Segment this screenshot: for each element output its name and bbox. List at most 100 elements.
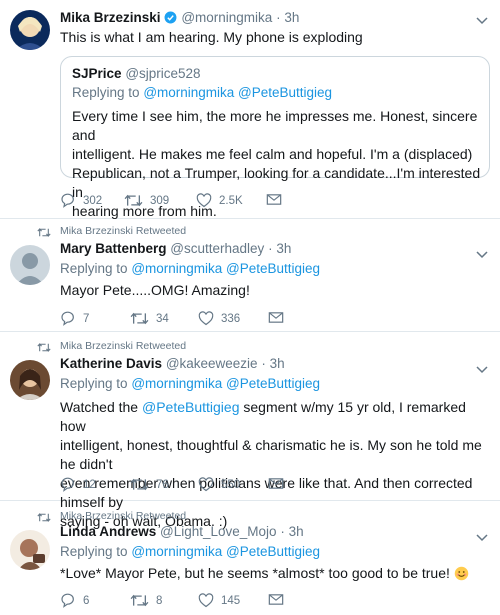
tweet[interactable]: Mika Brzezinski @morningmika · 3h This i… (0, 0, 500, 219)
quote-author-name: SJPrice (72, 66, 122, 81)
retweet-count: 34 (156, 312, 169, 325)
tweet-text: *Love* Mayor Pete, but he seems *almost*… (60, 564, 469, 586)
separator: · (268, 241, 273, 256)
tweet-text: This is what I am hearing. My phone is e… (60, 29, 363, 45)
mail-icon (268, 312, 284, 323)
retweet-icon (130, 594, 149, 607)
mention-link[interactable]: @PeteButtigieg (142, 399, 240, 415)
chevron-down-icon[interactable] (476, 246, 488, 264)
timestamp[interactable]: 3h (289, 524, 304, 539)
retweet-count: 8 (156, 594, 163, 607)
replying-label: Replying to (60, 261, 128, 276)
retweet-icon (124, 194, 143, 207)
message-button[interactable] (268, 477, 291, 490)
retweet-button[interactable]: 34 (130, 311, 169, 326)
reply-count: 12 (83, 478, 96, 491)
replying-mentions[interactable]: @morningmika @PeteButtigieg (131, 544, 320, 559)
tweet-actions: 302 309 2.5K (60, 193, 300, 211)
reply-icon (61, 193, 74, 208)
chevron-down-icon[interactable] (476, 529, 488, 547)
reply-button[interactable]: 6 (60, 593, 89, 608)
author-name[interactable]: Mika Brzezinski (60, 10, 161, 25)
reply-count: 7 (83, 312, 90, 325)
retweet-count: 309 (150, 194, 170, 207)
quoted-tweet[interactable]: SJPrice @sjprice528 Replying to @morning… (60, 56, 490, 219)
retweeted-by[interactable]: Mika Brzezinski Retweeted (60, 225, 186, 237)
like-button[interactable]: 336 (198, 311, 240, 326)
author-handle[interactable]: @Light_Love_Mojo (160, 524, 277, 539)
replying-label: Replying to (60, 376, 128, 391)
reply-icon (61, 311, 74, 326)
retweeted-by[interactable]: Mika Brzezinski Retweeted (60, 510, 186, 522)
avatar[interactable] (10, 10, 50, 50)
author-name[interactable]: Linda Andrews (60, 524, 156, 539)
mail-icon (268, 478, 284, 489)
replying-mentions[interactable]: @morningmika @PeteButtigieg (131, 261, 320, 276)
tweet-line: intelligent, honest, thoughtful & charis… (60, 437, 482, 472)
timestamp[interactable]: 3h (284, 10, 299, 25)
reply-icon (61, 477, 74, 492)
quote-author-handle: @sjprice528 (125, 66, 201, 81)
author-handle[interactable]: @kakeeweezie (166, 356, 258, 371)
avatar[interactable] (10, 245, 50, 285)
separator: · (280, 524, 285, 539)
tweet[interactable]: Mika Brzezinski Retweeted Linda Andrews … (0, 501, 500, 615)
separator: · (276, 10, 281, 25)
retweet-icon (37, 340, 51, 358)
author-name[interactable]: Mary Battenberg (60, 241, 167, 256)
author-handle[interactable]: @morningmika (181, 10, 272, 25)
timestamp[interactable]: 3h (276, 241, 291, 256)
chevron-down-icon[interactable] (476, 361, 488, 379)
avatar[interactable] (10, 360, 50, 400)
retweeted-by[interactable]: Mika Brzezinski Retweeted (60, 340, 186, 352)
like-icon (198, 311, 214, 326)
like-icon (196, 193, 212, 208)
retweet-button[interactable]: 8 (130, 593, 162, 608)
verified-badge-icon (164, 11, 177, 27)
like-count: 550 (221, 478, 241, 491)
like-button[interactable]: 550 (198, 477, 240, 492)
message-button[interactable] (268, 311, 291, 324)
like-button[interactable]: 2.5K (196, 193, 243, 208)
reply-icon (61, 593, 74, 608)
reply-button[interactable]: 7 (60, 311, 89, 326)
smiling-face-emoji (454, 566, 469, 586)
like-count: 336 (221, 312, 241, 325)
replying-mentions[interactable]: @morningmika @PeteButtigieg (131, 376, 320, 391)
replying-label: Replying to (60, 544, 128, 559)
chevron-down-icon[interactable] (476, 12, 488, 30)
mail-icon (268, 594, 284, 605)
retweet-icon (37, 225, 51, 243)
quote-line: Every time I see him, the more he impres… (72, 108, 478, 143)
author-handle[interactable]: @scutterhadley (170, 241, 264, 256)
avatar[interactable] (10, 530, 50, 570)
retweet-button[interactable]: 309 (124, 193, 169, 208)
tweet[interactable]: Mika Brzezinski Retweeted Katherine Davi… (0, 332, 500, 529)
tweet-actions: 6 8 145 (60, 593, 300, 611)
timestamp[interactable]: 3h (270, 356, 285, 371)
tweet[interactable]: Mika Brzezinski Retweeted Mary Battenber… (0, 219, 500, 332)
reply-button[interactable]: 12 (60, 477, 96, 492)
author-name[interactable]: Katherine Davis (60, 356, 162, 371)
tweet-actions: 7 34 336 (60, 311, 300, 329)
message-button[interactable] (268, 593, 291, 606)
replying-label: Replying to (72, 85, 140, 100)
reply-button[interactable]: 302 (60, 193, 102, 208)
replying-mentions: @morningmika @PeteButtigieg (143, 85, 333, 100)
message-button[interactable] (266, 193, 289, 206)
like-count: 2.5K (219, 194, 243, 207)
reply-count: 6 (83, 594, 90, 607)
separator: · (261, 356, 266, 371)
tweet-line: Watched the @PeteButtigieg segment w/my … (60, 398, 490, 436)
retweet-icon (130, 478, 149, 491)
tweet-text: Mayor Pete.....OMG! Amazing! (60, 282, 250, 298)
reply-count: 302 (83, 194, 103, 207)
retweet-icon (37, 510, 51, 528)
like-icon (198, 477, 214, 492)
quote-line: intelligent. He makes me feel calm and h… (72, 146, 473, 162)
tweet-actions: 12 76 550 (60, 477, 300, 495)
retweet-button[interactable]: 76 (130, 477, 169, 492)
like-button[interactable]: 145 (198, 593, 240, 608)
text-segment: *Love* Mayor Pete, but he seems *almost*… (60, 565, 454, 581)
retweet-count: 76 (156, 478, 169, 491)
